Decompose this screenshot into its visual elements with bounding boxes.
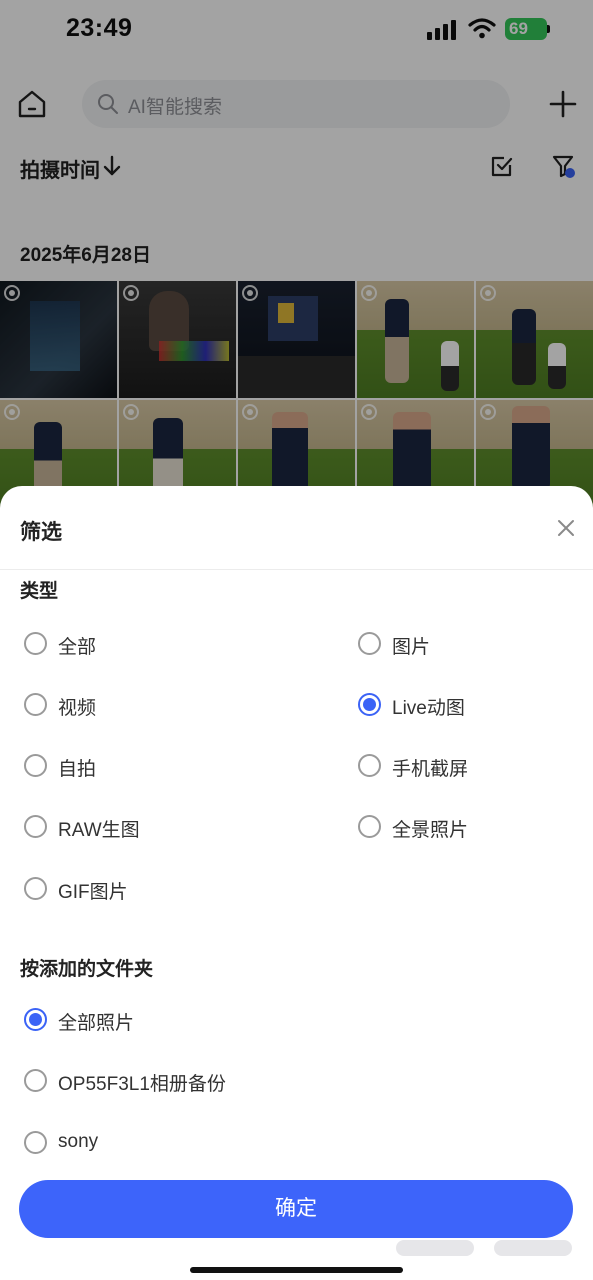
radio-button-selected[interactable] xyxy=(24,1008,47,1031)
option-label: 全部 xyxy=(58,637,97,658)
folder-section-title: 按添加的文件夹 xyxy=(20,959,154,980)
radio-button[interactable] xyxy=(358,815,381,838)
type-option-image[interactable]: 图片 xyxy=(358,628,593,662)
radio-button[interactable] xyxy=(24,632,47,655)
radio-button[interactable] xyxy=(24,693,47,716)
folder-option-sony[interactable]: sony xyxy=(24,1127,424,1161)
type-option-screenshot[interactable]: 手机截屏 xyxy=(358,750,593,784)
option-label: 全部照片 xyxy=(58,1013,135,1034)
option-label: 图片 xyxy=(392,637,431,658)
type-section-title: 类型 xyxy=(20,581,59,602)
type-option-all[interactable]: 全部 xyxy=(24,628,284,662)
close-icon[interactable] xyxy=(555,517,577,539)
type-option-selfie[interactable]: 自拍 xyxy=(24,750,284,784)
radio-button[interactable] xyxy=(24,815,47,838)
radio-button[interactable] xyxy=(24,754,47,777)
type-option-live[interactable]: Live动图 xyxy=(358,689,593,723)
type-option-panorama[interactable]: 全景照片 xyxy=(358,811,593,845)
home-indicator[interactable] xyxy=(190,1267,403,1273)
folder-option-backup[interactable]: OP55F3L1相册备份 xyxy=(24,1065,424,1099)
filter-sheet: 筛选 类型 全部 图片 视频 Live动图 自拍 手机截屏 RAW生图 全景照片 xyxy=(0,486,593,1280)
ghost-bar xyxy=(396,1240,474,1256)
option-label: RAW生图 xyxy=(58,820,140,841)
option-label: 自拍 xyxy=(58,759,97,780)
option-label: 视频 xyxy=(58,698,97,719)
radio-button[interactable] xyxy=(24,1069,47,1092)
radio-button[interactable] xyxy=(24,1131,47,1154)
sheet-title: 筛选 xyxy=(20,521,62,544)
radio-button[interactable] xyxy=(24,877,47,900)
option-label: GIF图片 xyxy=(58,882,128,903)
ghost-bar xyxy=(494,1240,572,1256)
type-option-video[interactable]: 视频 xyxy=(24,689,284,723)
option-label: OP55F3L1相册备份 xyxy=(58,1074,226,1095)
type-option-raw[interactable]: RAW生图 xyxy=(24,811,284,845)
folder-option-all-photos[interactable]: 全部照片 xyxy=(24,1004,424,1038)
radio-button[interactable] xyxy=(358,632,381,655)
type-option-gif[interactable]: GIF图片 xyxy=(24,873,284,907)
divider xyxy=(0,569,593,570)
confirm-button[interactable]: 确定 xyxy=(19,1180,573,1238)
radio-button[interactable] xyxy=(358,754,381,777)
option-label: 手机截屏 xyxy=(392,759,469,780)
option-label: sony xyxy=(58,1131,99,1152)
option-label: Live动图 xyxy=(392,698,465,719)
option-label: 全景照片 xyxy=(392,820,469,841)
radio-button-selected[interactable] xyxy=(358,693,381,716)
